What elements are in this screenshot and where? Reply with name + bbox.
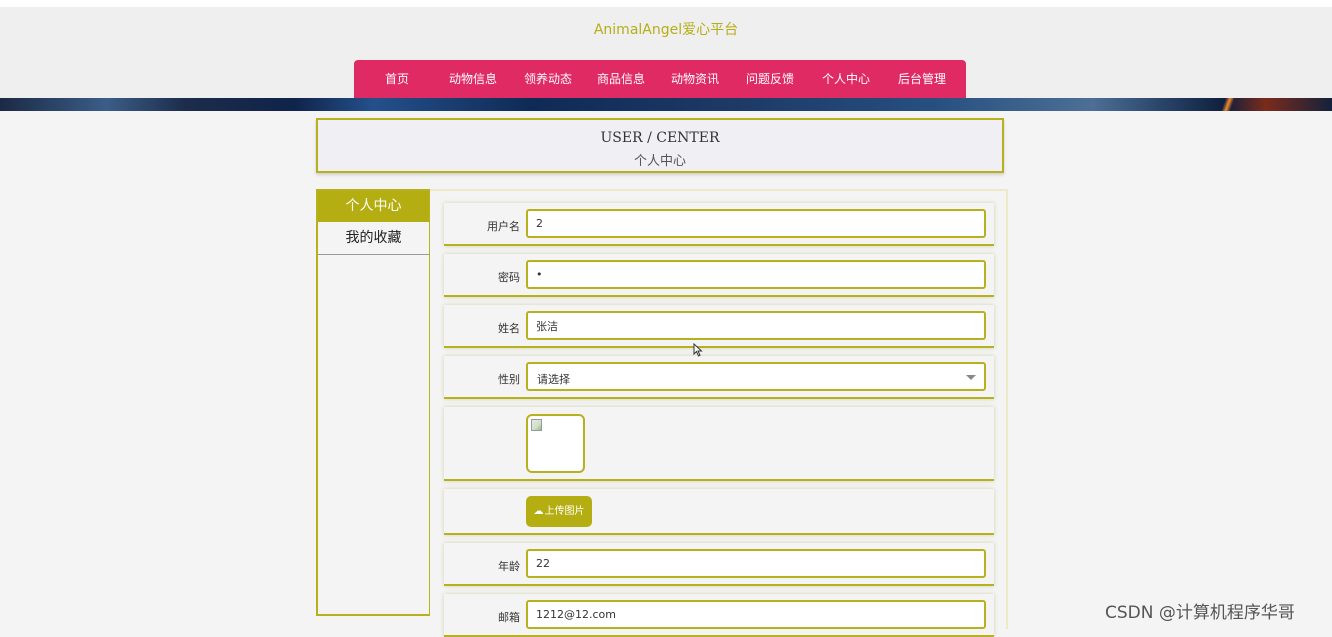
upload-image-label: 上传图片 [544,506,585,517]
page-title-en: USER / CENTER [600,130,720,146]
name-label: 姓名 [498,322,520,335]
banner-image [0,98,1332,111]
broken-image-icon [531,419,542,431]
page-title-cn: 个人中心 [633,154,686,169]
sidebar-item-favorites[interactable]: 我的收藏 [318,223,429,255]
nav-item-feedback[interactable]: 问题反馈 [746,60,794,99]
header: AnimalAngel爱心平台 首页 动物信息 领养动态 商品信息 动物资讯 问… [0,7,1332,99]
nav-item-animal-info[interactable]: 动物信息 [449,60,497,99]
password-label: 密码 [498,271,520,284]
form-row-password: 密码 [444,254,994,297]
gender-select-value: 请选择 [537,373,570,386]
form-row-avatar [444,407,994,481]
main-nav: 首页 动物信息 领养动态 商品信息 动物资讯 问题反馈 个人中心 后台管理 [354,60,966,99]
nav-item-admin[interactable]: 后台管理 [898,60,946,99]
email-label: 邮箱 [498,611,520,624]
name-input[interactable] [526,311,986,340]
nav-item-products[interactable]: 商品信息 [597,60,645,99]
password-input[interactable] [526,260,986,289]
form-row-gender: 性别 请选择 [444,356,994,399]
site-title[interactable]: AnimalAngel爱心平台 [0,19,1332,39]
nav-item-adoption-news[interactable]: 领养动态 [524,60,572,99]
form-row-name: 姓名 [444,305,994,348]
form-row-email: 邮箱 [444,594,994,637]
age-label: 年龄 [498,560,520,573]
nav-item-animal-articles[interactable]: 动物资讯 [671,60,719,99]
sidebar: 个人中心 我的收藏 [316,189,431,616]
sidebar-item-user-center[interactable]: 个人中心 [318,191,429,222]
form-row-age: 年龄 [444,543,994,586]
upload-image-button[interactable]: ☁上传图片 [526,496,592,527]
mouse-cursor-icon [693,343,703,357]
username-input[interactable] [526,209,986,238]
form-row-username: 用户名 [444,203,994,246]
age-input[interactable] [526,549,986,578]
chevron-down-icon [966,375,976,380]
cloud-upload-icon: ☁ [533,506,544,517]
watermark: CSDN @计算机程序华哥 [1105,603,1295,623]
nav-item-user-center[interactable]: 个人中心 [822,60,870,99]
top-bar [0,0,1332,7]
nav-item-home[interactable]: 首页 [385,60,409,99]
avatar-preview[interactable] [526,414,585,473]
email-input[interactable] [526,600,986,629]
page-title: USER / CENTER 个人中心 [316,118,1004,173]
gender-select[interactable]: 请选择 [526,362,986,391]
form-row-upload: ☁上传图片 [444,489,994,535]
username-label: 用户名 [487,220,520,233]
gender-label: 性别 [498,373,520,386]
